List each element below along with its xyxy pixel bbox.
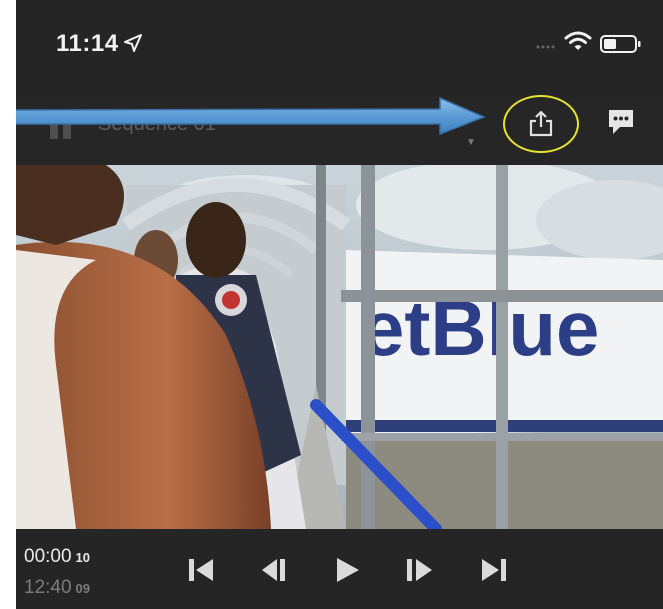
location-arrow-icon — [124, 34, 142, 52]
total-frames: 09 — [75, 581, 91, 596]
wifi-icon — [564, 31, 592, 50]
comments-icon[interactable] — [606, 107, 636, 137]
video-preview[interactable]: etBlue — [16, 165, 663, 529]
current-time: 00:00 — [24, 546, 72, 567]
skip-to-start-icon[interactable] — [186, 557, 216, 583]
step-forward-icon[interactable] — [404, 557, 434, 583]
current-frames: 10 — [75, 550, 91, 565]
status-bar: 11:14 — [16, 0, 663, 95]
battery-icon — [600, 35, 641, 53]
chevron-down-icon[interactable]: ▼ — [466, 137, 476, 148]
total-time: 12:40 — [24, 577, 72, 598]
playback-controls: 00:00 10 12:40 09 — [16, 529, 663, 609]
annotation-arrow — [16, 96, 486, 135]
signal-icon — [536, 45, 555, 49]
current-timecode: 00:00 10 — [24, 546, 90, 568]
status-time: 11:14 — [56, 30, 119, 57]
share-button[interactable] — [503, 95, 579, 153]
phone-screen: 11:14 Sequence 01 ▼ — [16, 0, 663, 609]
total-timecode: 12:40 09 — [24, 577, 90, 599]
share-icon — [529, 110, 553, 137]
step-back-icon[interactable] — [260, 557, 290, 583]
play-icon[interactable] — [333, 557, 361, 583]
sequence-header: Sequence 01 ▼ — [16, 95, 663, 165]
skip-to-end-icon[interactable] — [479, 557, 509, 583]
